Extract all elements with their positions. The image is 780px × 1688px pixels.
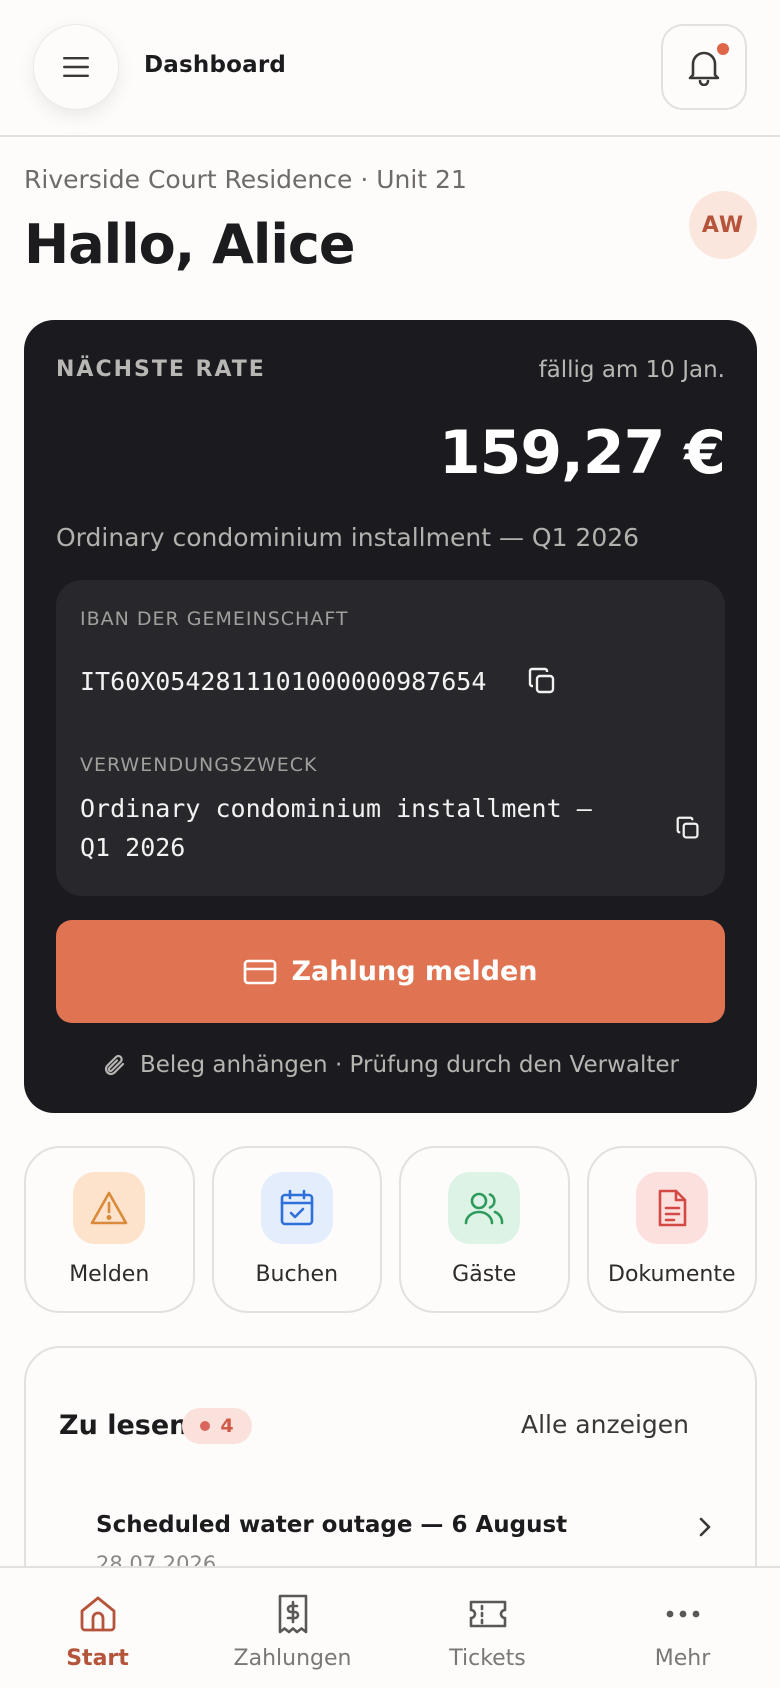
page-title: Dashboard xyxy=(144,52,287,78)
nav-more[interactable]: Mehr xyxy=(585,1568,780,1688)
nav-more-label: Mehr xyxy=(654,1646,711,1671)
action-book-label: Buchen xyxy=(255,1262,339,1287)
chevron-right-icon[interactable] xyxy=(698,1516,712,1538)
action-documents-icon-bg xyxy=(635,1172,708,1244)
bank-details-box: IBAN DER GEMEINSCHAFT IT60X0542811101000… xyxy=(56,580,725,896)
purpose-line-2: Q1 2026 xyxy=(80,833,186,862)
action-report[interactable]: Melden xyxy=(24,1146,195,1313)
nav-payments-label: Zahlungen xyxy=(233,1646,352,1671)
report-payment-button[interactable]: Zahlung melden xyxy=(56,920,725,1023)
bell-icon xyxy=(688,51,720,86)
unread-count-badge: 4 xyxy=(182,1408,252,1444)
action-report-icon-bg xyxy=(73,1172,146,1244)
menu-button[interactable] xyxy=(33,24,119,110)
due-date: fällig am 10 Jan. xyxy=(538,357,725,383)
menu-icon xyxy=(63,57,89,77)
copy-iban-icon[interactable] xyxy=(528,667,556,695)
action-report-label: Melden xyxy=(69,1262,150,1287)
nav-payments[interactable]: Zahlungen xyxy=(195,1568,390,1688)
news-item-title[interactable]: Scheduled water outage — 6 August xyxy=(96,1512,567,1538)
nav-tickets-label: Tickets xyxy=(449,1646,526,1671)
more-icon xyxy=(666,1610,699,1618)
avatar[interactable]: AW xyxy=(689,191,757,259)
badge-dot xyxy=(200,1421,211,1431)
action-book-icon-bg xyxy=(260,1172,333,1244)
payment-description: Ordinary condominium installment — Q1 20… xyxy=(56,523,640,552)
nav-tickets[interactable]: Tickets xyxy=(390,1568,585,1688)
nav-start-label: Start xyxy=(66,1646,129,1671)
receipt-icon xyxy=(278,1594,307,1634)
ticket-icon xyxy=(469,1600,506,1628)
payment-amount: 159,27 € xyxy=(438,418,726,488)
greeting-heading: Hallo, Alice xyxy=(24,213,356,276)
action-guests-label: Gäste xyxy=(452,1262,517,1287)
report-payment-label: Zahlung melden xyxy=(291,956,538,987)
residence-subtitle: Riverside Court Residence · Unit 21 xyxy=(24,165,467,194)
to-read-title: Zu lesen xyxy=(59,1410,189,1441)
see-all-link[interactable]: Alle anzeigen xyxy=(521,1410,689,1439)
action-guests[interactable]: Gäste xyxy=(399,1146,570,1313)
action-documents[interactable]: Dokumente xyxy=(586,1146,757,1313)
notifications-button[interactable] xyxy=(661,24,747,110)
copy-purpose-icon[interactable] xyxy=(676,816,700,840)
warning-icon xyxy=(90,1191,128,1225)
nav-start[interactable]: Start xyxy=(0,1568,195,1688)
unread-count: 4 xyxy=(220,1415,234,1437)
home-icon xyxy=(80,1596,115,1632)
document-icon xyxy=(658,1189,687,1227)
iban-label: IBAN DER GEMEINSCHAFT xyxy=(80,608,349,630)
calendar-check-icon xyxy=(280,1189,314,1226)
users-icon xyxy=(464,1192,504,1225)
bottom-navigation: Start Zahlungen Tickets Mehr xyxy=(0,1566,780,1688)
action-book[interactable]: Buchen xyxy=(211,1146,382,1313)
notification-dot xyxy=(717,43,729,55)
quick-actions: Melden Buchen Gäste Dokumente xyxy=(24,1146,757,1313)
action-documents-label: Dokumente xyxy=(608,1262,736,1287)
credit-card-icon xyxy=(244,959,277,984)
purpose-label: VERWENDUNGSZWECK xyxy=(80,754,318,776)
action-guests-icon-bg xyxy=(448,1172,521,1244)
top-bar: Dashboard xyxy=(0,0,780,137)
purpose-line-1: Ordinary condominium installment — xyxy=(80,794,592,823)
attach-receipt-note[interactable]: Beleg anhängen · Prüfung durch den Verwa… xyxy=(24,1052,757,1078)
next-rate-label: NÄCHSTE RATE xyxy=(56,357,266,382)
next-payment-card: NÄCHSTE RATE fällig am 10 Jan. 159,27 € … xyxy=(24,320,757,1113)
attach-note-text: Beleg anhängen · Prüfung durch den Verwa… xyxy=(140,1052,679,1078)
paperclip-icon xyxy=(104,1054,125,1076)
iban-value: IT60X0542811101000000987654 xyxy=(80,667,487,696)
